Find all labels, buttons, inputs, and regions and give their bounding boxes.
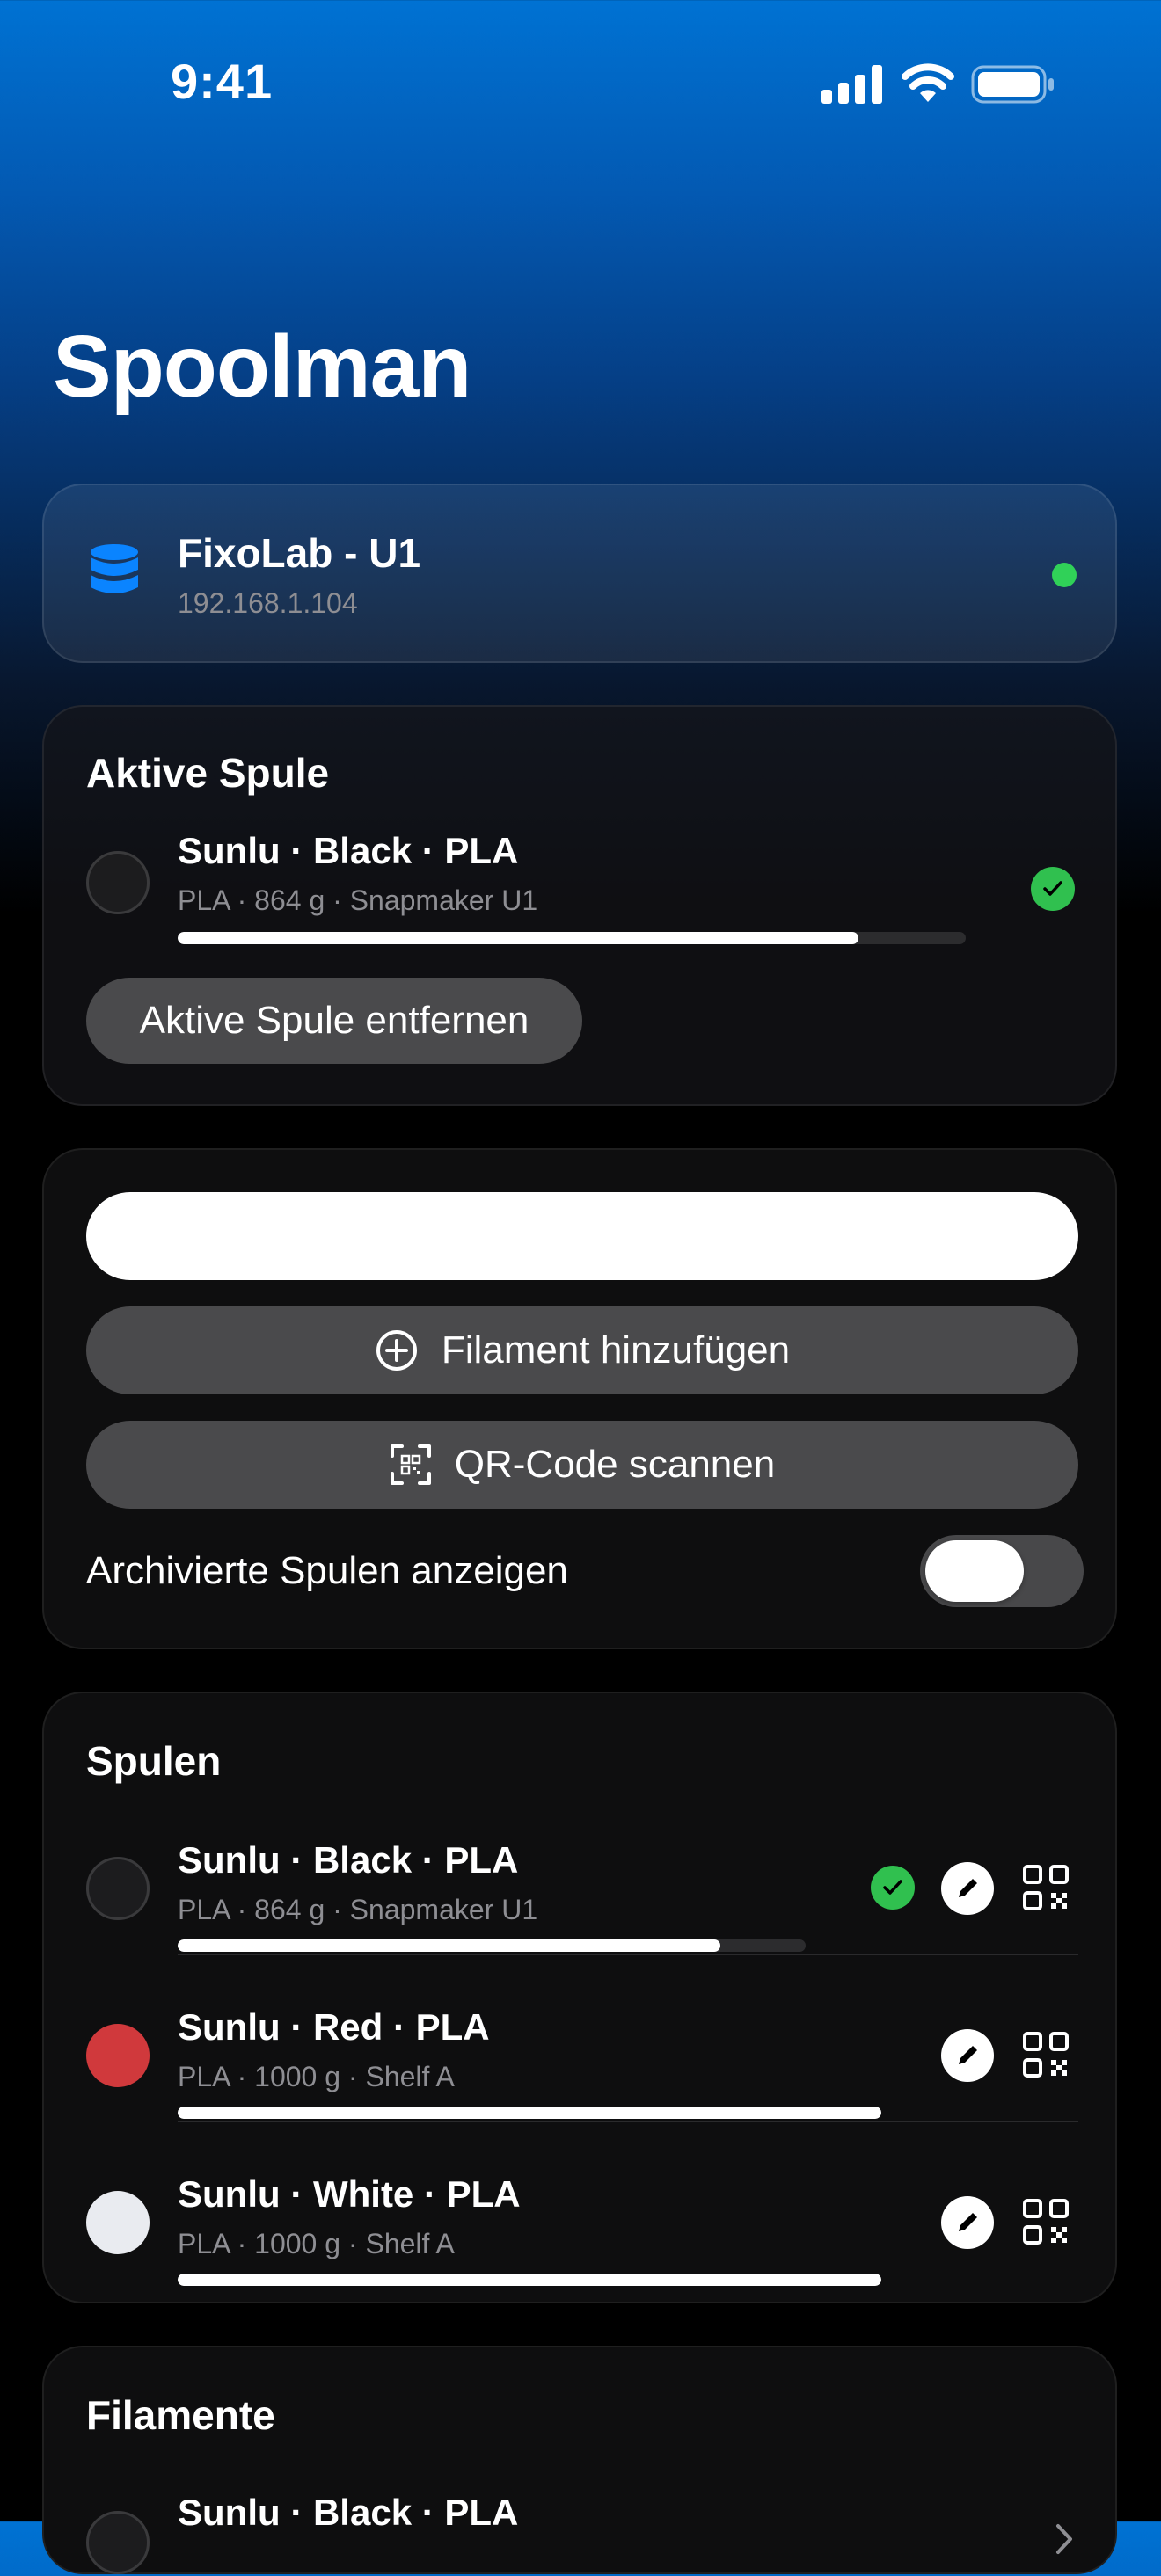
- edit-spool-button[interactable]: [941, 1862, 994, 1915]
- filament-name: Sunlu · Black · PLA: [178, 2492, 519, 2533]
- qr-code-button[interactable]: [1022, 2198, 1070, 2250]
- spool-progress: [178, 2274, 881, 2286]
- spool-name: Sunlu · Red · PLA: [178, 2006, 490, 2048]
- spool-progress-fill: [178, 1939, 720, 1952]
- spool-progress: [178, 1939, 806, 1952]
- battery-icon: [971, 65, 1055, 108]
- page-title: Spoolman: [53, 317, 471, 416]
- wifi-icon: [901, 63, 955, 108]
- active-spool-heading: Aktive Spule: [86, 750, 330, 796]
- qr-code-icon: [1023, 2199, 1069, 2245]
- active-spool-color-swatch: [86, 851, 150, 914]
- pencil-icon: [959, 2046, 977, 2064]
- spool-name: Sunlu · White · PLA: [178, 2173, 521, 2215]
- active-spool-name: Sunlu · Black · PLA: [178, 830, 519, 871]
- add-filament-label: Filament hinzufügen: [441, 1328, 791, 1372]
- add-filament-button[interactable]: Filament hinzufügen: [86, 1306, 1078, 1394]
- cellular-signal-icon: [821, 65, 883, 108]
- remove-active-spool-button[interactable]: Aktive Spule entfernen: [86, 978, 582, 1064]
- spool-color-swatch: [86, 2024, 150, 2087]
- chevron-right-icon: [1055, 2523, 1073, 2559]
- row-divider: [178, 2121, 1078, 2122]
- active-spool-progress: [178, 932, 966, 944]
- spool-name: Sunlu · Black · PLA: [178, 1839, 519, 1881]
- active-spool-details: PLA · 864 g · Snapmaker U1: [178, 884, 538, 916]
- qr-code-icon: [1023, 2032, 1069, 2078]
- pencil-icon: [959, 1879, 977, 1897]
- spool-row[interactable]: Sunlu · Red · PLA PLA · 1000 g · Shelf A: [44, 1975, 1119, 2142]
- show-archived-label: Archivierte Spulen anzeigen: [86, 1549, 568, 1592]
- scan-qr-label: QR-Code scannen: [454, 1443, 776, 1486]
- actions-card: Filament hinzufügen QR-Code scannen Arch…: [42, 1148, 1117, 1649]
- spool-row[interactable]: Sunlu · White · PLA PLA · 1000 g · Shelf…: [44, 2142, 1119, 2309]
- edit-spool-button[interactable]: [941, 2196, 994, 2249]
- pencil-icon: [959, 2213, 977, 2231]
- filaments-heading: Filamente: [86, 2392, 275, 2438]
- qr-code-button[interactable]: [1022, 1864, 1070, 1916]
- status-time: 9:41: [171, 54, 274, 109]
- toggle-knob: [925, 1540, 1024, 1602]
- spool-details: PLA · 864 g · Snapmaker U1: [178, 1894, 538, 1925]
- filament-color-swatch: [86, 2511, 150, 2574]
- filaments-card: Filamente Sunlu · Black · PLA: [42, 2346, 1117, 2574]
- edit-spool-button[interactable]: [941, 2029, 994, 2082]
- checkmark-circle-icon: [1031, 867, 1075, 911]
- spool-details: PLA · 1000 g · Shelf A: [178, 2061, 455, 2092]
- row-divider: [178, 1954, 1078, 1955]
- active-spool-progress-fill: [178, 932, 859, 944]
- filament-row[interactable]: Sunlu · Black · PLA: [44, 2462, 1119, 2576]
- plus-circle-icon: [375, 1328, 419, 1372]
- scan-qr-button[interactable]: QR-Code scannen: [86, 1421, 1078, 1509]
- checkmark-circle-icon: [871, 1866, 915, 1910]
- spool-progress: [178, 2107, 881, 2119]
- show-archived-toggle[interactable]: [920, 1535, 1084, 1607]
- qr-code-icon: [1023, 1865, 1069, 1910]
- server-card[interactable]: FixoLab - U1 192.168.1.104: [42, 484, 1117, 663]
- spool-progress-fill: [178, 2274, 881, 2286]
- spool-row[interactable]: Sunlu · Black · PLA PLA · 864 g · Snapma…: [44, 1808, 1119, 1975]
- qr-scan-icon: [390, 1444, 432, 1486]
- online-status-dot: [1052, 563, 1077, 587]
- server-address: 192.168.1.104: [178, 587, 358, 619]
- server-name: FixoLab - U1: [178, 530, 421, 576]
- active-spool-card: Aktive Spule Sunlu · Black · PLA PLA · 8…: [42, 705, 1117, 1106]
- spools-heading: Spulen: [86, 1738, 222, 1784]
- qr-code-button[interactable]: [1022, 2031, 1070, 2083]
- database-icon: [88, 543, 141, 609]
- spools-card: Spulen Sunlu · Black · PLA PLA · 864 g ·…: [42, 1692, 1117, 2303]
- spool-details: PLA · 1000 g · Shelf A: [178, 2228, 455, 2259]
- spool-progress-fill: [178, 2107, 881, 2119]
- spool-color-swatch: [86, 1857, 150, 1920]
- search-input[interactable]: [86, 1192, 1078, 1280]
- spool-color-swatch: [86, 2191, 150, 2254]
